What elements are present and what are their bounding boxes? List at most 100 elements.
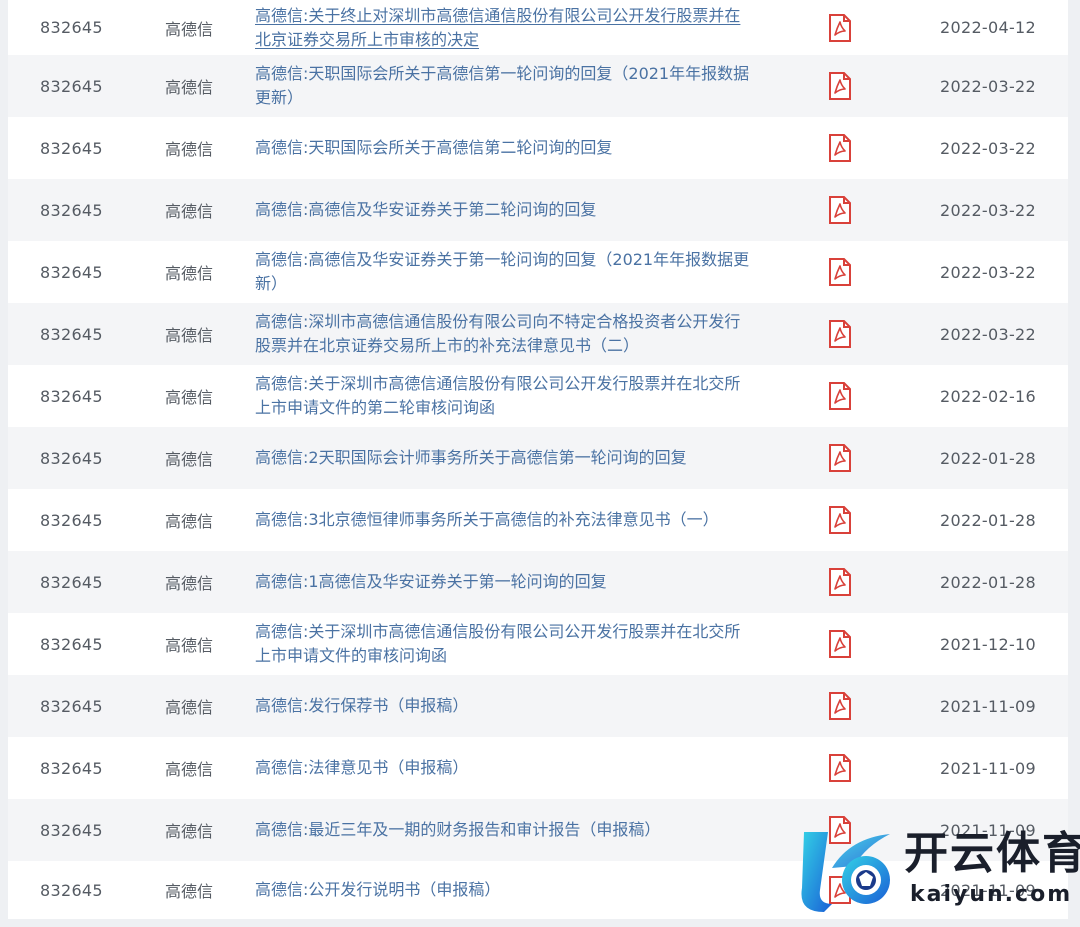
announcement-title-line: 高德信:2天职国际会计师事务所关于高德信第一轮问询的回复 [255, 448, 687, 467]
stock-code: 832645 [40, 324, 103, 344]
pdf-file-icon[interactable] [825, 0, 855, 55]
pdf-file-icon[interactable] [825, 489, 855, 551]
stock-code: 832645 [40, 76, 103, 96]
announcement-title-link[interactable]: 高德信:关于深圳市高德信通信股份有限公司公开发行股票并在北交所 上市申请文件的第二… [255, 365, 795, 427]
company-name: 高德信 [165, 326, 214, 345]
company-name: 高德信 [165, 698, 214, 717]
table-row: 832645 高德信 高德信:深圳市高德信通信股份有限公司向不特定合格投资者公开发行… [8, 303, 1068, 365]
watermark-logo: 开云体育 kaiyun.com [792, 820, 1080, 920]
table-row: 832645 高德信 高德信:高德信及华安证券关于第一轮问询的回复（2021年年报数… [8, 241, 1068, 303]
announcement-date: 2022-03-22 [940, 262, 1036, 282]
announcement-title-line: 上市申请文件的第二轮审核问询函 [255, 398, 496, 417]
stock-code: 832645 [40, 634, 103, 654]
stock-code: 832645 [40, 200, 103, 220]
announcement-title-link[interactable]: 高德信:关于终止对深圳市高德信通信股份有限公司公开发行股票并在 北京证券交易所上市… [255, 0, 795, 55]
watermark-brand-cn: 开云体育 [904, 828, 1080, 879]
announcement-date: 2022-03-22 [940, 76, 1036, 96]
pdf-file-icon[interactable] [825, 613, 855, 675]
announcement-title-line: 北京证券交易所上市审核的决定 [255, 29, 480, 49]
pdf-file-icon[interactable] [825, 303, 855, 365]
announcement-date: 2021-11-09 [940, 758, 1036, 778]
stock-code: 832645 [40, 510, 103, 530]
announcement-title-line: 股票并在北京证券交易所上市的补充法律意见书（二） [255, 336, 640, 355]
announcement-title-line: 上市申请文件的审核问询函 [255, 646, 448, 665]
pdf-file-icon[interactable] [825, 117, 855, 179]
announcement-title-line: 高德信:关于深圳市高德信通信股份有限公司公开发行股票并在北交所 [255, 622, 741, 641]
announcement-date: 2021-12-10 [940, 634, 1036, 654]
table-row: 832645 高德信 高德信:关于终止对深圳市高德信通信股份有限公司公开发行股票并在… [8, 0, 1068, 55]
watermark-brand-en: kaiyun.com [910, 882, 1073, 907]
announcement-title-line: 高德信:关于终止对深圳市高德信通信股份有限公司公开发行股票并在 [255, 5, 741, 25]
announcement-title-link[interactable]: 高德信:深圳市高德信通信股份有限公司向不特定合格投资者公开发行 股票并在北京证券交… [255, 303, 795, 365]
table-row: 832645 高德信 高德信:发行保荐书（申报稿） 2021-11-09 [8, 675, 1068, 737]
stock-code: 832645 [40, 18, 103, 37]
announcement-title-link[interactable]: 高德信:高德信及华安证券关于第一轮问询的回复（2021年年报数据更 新） [255, 241, 795, 303]
company-name: 高德信 [165, 636, 214, 655]
pdf-file-icon[interactable] [825, 675, 855, 737]
announcement-title-line: 高德信:1高德信及华安证券关于第一轮问询的回复 [255, 572, 607, 591]
announcement-title-line: 高德信:最近三年及一期的财务报告和审计报告（申报稿） [255, 820, 661, 839]
company-name: 高德信 [165, 512, 214, 531]
announcement-title-line: 高德信:天职国际会所关于高德信第一轮问询的回复（2021年年报数据 [255, 64, 750, 83]
announcement-title-line: 高德信:法律意见书（申报稿） [255, 758, 469, 777]
announcement-date: 2021-11-09 [940, 696, 1036, 716]
announcement-title-line: 高德信:关于深圳市高德信通信股份有限公司公开发行股票并在北交所 [255, 374, 741, 393]
table-row: 832645 高德信 高德信:关于深圳市高德信通信股份有限公司公开发行股票并在北交所… [8, 613, 1068, 675]
table-row: 832645 高德信 高德信:高德信及华安证券关于第二轮问询的回复 2022-03-2… [8, 179, 1068, 241]
announcement-title-link[interactable]: 高德信:高德信及华安证券关于第二轮问询的回复 [255, 179, 795, 241]
pdf-file-icon[interactable] [825, 55, 855, 117]
announcement-date: 2022-01-28 [940, 448, 1036, 468]
announcement-date: 2022-03-22 [940, 200, 1036, 220]
announcement-title-line: 高德信:高德信及华安证券关于第一轮问询的回复（2021年年报数据更 [255, 250, 750, 269]
pdf-file-icon[interactable] [825, 365, 855, 427]
company-name: 高德信 [165, 760, 214, 779]
stock-code: 832645 [40, 572, 103, 592]
announcement-title-line: 高德信:高德信及华安证券关于第二轮问询的回复 [255, 200, 597, 219]
stock-code: 832645 [40, 138, 103, 158]
table-row: 832645 高德信 高德信:天职国际会所关于高德信第一轮问询的回复（2021年年报… [8, 55, 1068, 117]
announcement-title-link[interactable]: 高德信:1高德信及华安证券关于第一轮问询的回复 [255, 551, 795, 613]
stock-code: 832645 [40, 880, 103, 900]
announcement-title-link[interactable]: 高德信:天职国际会所关于高德信第二轮问询的回复 [255, 117, 795, 179]
announcement-title-line: 更新） [255, 88, 304, 107]
announcement-title-link[interactable]: 高德信:2天职国际会计师事务所关于高德信第一轮问询的回复 [255, 427, 795, 489]
pdf-file-icon[interactable] [825, 241, 855, 303]
pdf-file-icon[interactable] [825, 737, 855, 799]
stock-code: 832645 [40, 448, 103, 468]
company-name: 高德信 [165, 574, 214, 593]
announcement-title-link[interactable]: 高德信:最近三年及一期的财务报告和审计报告（申报稿） [255, 799, 795, 861]
announcement-title-link[interactable]: 高德信:关于深圳市高德信通信股份有限公司公开发行股票并在北交所 上市申请文件的审核… [255, 613, 795, 675]
announcement-title-link[interactable]: 高德信:发行保荐书（申报稿） [255, 675, 795, 737]
announcement-title-line: 高德信:公开发行说明书（申报稿） [255, 880, 501, 899]
announcement-date: 2022-03-22 [940, 138, 1036, 158]
stock-code: 832645 [40, 262, 103, 282]
stock-code: 832645 [40, 758, 103, 778]
pdf-file-icon[interactable] [825, 551, 855, 613]
announcement-date: 2022-03-22 [940, 324, 1036, 344]
announcement-title-link[interactable]: 高德信:公开发行说明书（申报稿） [255, 861, 795, 919]
company-name: 高德信 [165, 450, 214, 469]
announcement-date: 2022-02-16 [940, 386, 1036, 406]
company-name: 高德信 [165, 202, 214, 221]
announcement-title-line: 高德信:深圳市高德信通信股份有限公司向不特定合格投资者公开发行 [255, 312, 741, 331]
table-row: 832645 高德信 高德信:2天职国际会计师事务所关于高德信第一轮问询的回复 202… [8, 427, 1068, 489]
announcement-title-link[interactable]: 高德信:3北京德恒律师事务所关于高德信的补充法律意见书（一） [255, 489, 795, 551]
table-row: 832645 高德信 高德信:法律意见书（申报稿） 2021-11-09 [8, 737, 1068, 799]
company-name: 高德信 [165, 388, 214, 407]
announcement-title-line: 高德信:3北京德恒律师事务所关于高德信的补充法律意见书（一） [255, 510, 719, 529]
company-name: 高德信 [165, 882, 214, 901]
pdf-file-icon[interactable] [825, 179, 855, 241]
announcement-title-link[interactable]: 高德信:天职国际会所关于高德信第一轮问询的回复（2021年年报数据 更新） [255, 55, 795, 117]
announcement-title-link[interactable]: 高德信:法律意见书（申报稿） [255, 737, 795, 799]
table-row: 832645 高德信 高德信:3北京德恒律师事务所关于高德信的补充法律意见书（一） 2… [8, 489, 1068, 551]
kaiyun-logo-icon [801, 832, 890, 912]
announcement-title-line: 高德信:天职国际会所关于高德信第二轮问询的回复 [255, 138, 613, 157]
disclosure-table: 832645 高德信 高德信:关于终止对深圳市高德信通信股份有限公司公开发行股票并在… [8, 0, 1068, 919]
stock-code: 832645 [40, 696, 103, 716]
announcement-date: 2022-01-28 [940, 510, 1036, 530]
company-name: 高德信 [165, 140, 214, 159]
announcement-title-line: 新） [255, 274, 288, 293]
pdf-file-icon[interactable] [825, 427, 855, 489]
stock-code: 832645 [40, 820, 103, 840]
announcement-date: 2022-04-12 [940, 18, 1036, 37]
